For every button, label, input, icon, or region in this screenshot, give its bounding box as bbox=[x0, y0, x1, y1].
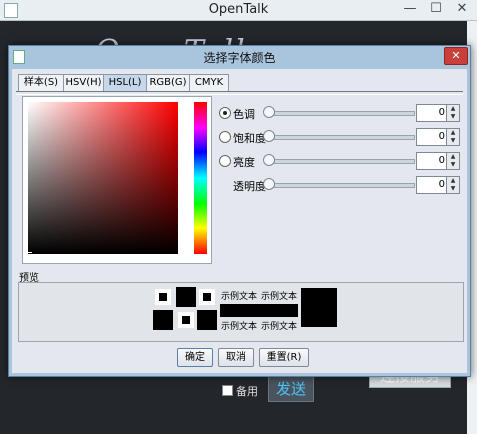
color-chooser-dialog: 选择字体颜色 ✕ 样本(S) HSV(H) HSL(L) RGB(G) CMYK… bbox=[8, 45, 471, 377]
app-titlebar: OpenTalk — ☐ ✕ bbox=[0, 0, 477, 21]
preview-square bbox=[197, 310, 217, 330]
saturation-slider-knob[interactable] bbox=[263, 130, 275, 142]
dialog-titlebar[interactable]: 选择字体颜色 ✕ bbox=[9, 46, 470, 67]
arrow-down-icon[interactable]: ▼ bbox=[447, 113, 459, 121]
ok-button[interactable]: 确定 bbox=[177, 348, 213, 367]
sample-text: 示例文本 bbox=[221, 322, 258, 332]
sample-text: 示例文本 bbox=[261, 292, 298, 302]
spinner-arrows[interactable]: ▲ ▼ bbox=[446, 105, 459, 121]
standby-checkbox[interactable]: 备用 bbox=[222, 383, 258, 399]
sample-black-bar bbox=[220, 304, 298, 317]
tab-swatches[interactable]: 样本(S) bbox=[18, 74, 64, 91]
hue-row: 色调 0 ▲ ▼ bbox=[219, 104, 464, 122]
hue-spinner[interactable]: 0 ▲ ▼ bbox=[416, 104, 460, 122]
sample-text: 示例文本 bbox=[261, 322, 298, 332]
crosshair-icon[interactable] bbox=[24, 249, 32, 257]
arrow-up-icon[interactable]: ▲ bbox=[447, 105, 459, 113]
alpha-label: 透明度 bbox=[233, 180, 266, 193]
dialog-close-button[interactable]: ✕ bbox=[444, 47, 468, 65]
tab-divider bbox=[16, 91, 463, 95]
sample-text: 示例文本 bbox=[221, 292, 258, 302]
tab-hsl[interactable]: HSL(L) bbox=[103, 74, 147, 91]
lightness-slider-knob[interactable] bbox=[263, 154, 275, 166]
spinner-arrows[interactable]: ▲ ▼ bbox=[446, 129, 459, 145]
spinner-arrows[interactable]: ▲ ▼ bbox=[446, 153, 459, 169]
alpha-spinner[interactable]: 0 ▲ ▼ bbox=[416, 176, 460, 194]
send-button[interactable]: 发送 bbox=[268, 376, 314, 402]
preview-color-swatch bbox=[301, 288, 337, 327]
alpha-slider-track[interactable] bbox=[267, 183, 415, 188]
saturation-spinner[interactable]: 0 ▲ ▼ bbox=[416, 128, 460, 146]
tab-hsv[interactable]: HSV(H) bbox=[63, 74, 104, 91]
preview-square bbox=[178, 312, 194, 328]
alpha-row: 透明度 0 ▲ ▼ bbox=[219, 176, 464, 194]
dialog-title: 选择字体颜色 bbox=[203, 51, 276, 65]
hue-strip[interactable] bbox=[194, 102, 207, 254]
preview-square bbox=[153, 310, 173, 330]
alpha-slider-knob[interactable] bbox=[263, 178, 275, 190]
cancel-button[interactable]: 取消 bbox=[218, 348, 254, 367]
arrow-down-icon[interactable]: ▼ bbox=[447, 137, 459, 145]
lightness-row: 亮度 0 ▲ ▼ bbox=[219, 152, 464, 170]
lightness-spinner[interactable]: 0 ▲ ▼ bbox=[416, 152, 460, 170]
preview-square bbox=[199, 289, 215, 305]
saturation-slider-track[interactable] bbox=[267, 135, 415, 140]
checkbox-icon[interactable] bbox=[222, 385, 233, 396]
lightness-label: 亮度 bbox=[233, 156, 255, 169]
saturation-radio[interactable] bbox=[219, 131, 231, 143]
reset-button[interactable]: 重置(R) bbox=[259, 348, 309, 367]
standby-label: 备用 bbox=[236, 385, 258, 398]
tab-rgb[interactable]: RGB(G) bbox=[146, 74, 190, 91]
spinner-arrows[interactable]: ▲ ▼ bbox=[446, 177, 459, 193]
preview-square bbox=[176, 287, 196, 307]
dialog-content: 样本(S) HSV(H) HSL(L) RGB(G) CMYK 色调 0 ▲ ▼ … bbox=[12, 69, 467, 373]
minimize-button[interactable]: — bbox=[397, 0, 423, 18]
lightness-radio[interactable] bbox=[219, 155, 231, 167]
lightness-value[interactable]: 0 bbox=[439, 155, 445, 166]
hue-value[interactable]: 0 bbox=[439, 107, 445, 118]
hue-radio[interactable] bbox=[219, 107, 231, 119]
arrow-up-icon[interactable]: ▲ bbox=[447, 129, 459, 137]
maximize-button[interactable]: ☐ bbox=[423, 0, 449, 18]
hue-label: 色调 bbox=[233, 108, 255, 121]
preview-panel: 示例文本 示例文本 示例文本 示例文本 bbox=[18, 282, 464, 342]
alpha-value[interactable]: 0 bbox=[439, 179, 445, 190]
arrow-up-icon[interactable]: ▲ bbox=[447, 153, 459, 161]
saturation-label: 饱和度 bbox=[233, 132, 266, 145]
arrow-down-icon[interactable]: ▼ bbox=[447, 161, 459, 169]
saturation-lightness-square[interactable] bbox=[28, 102, 178, 254]
arrow-down-icon[interactable]: ▼ bbox=[447, 185, 459, 193]
hue-slider-track[interactable] bbox=[267, 111, 415, 116]
preview-square bbox=[155, 289, 171, 305]
lightness-slider-track[interactable] bbox=[267, 159, 415, 164]
saturation-row: 饱和度 0 ▲ ▼ bbox=[219, 128, 464, 146]
close-button[interactable]: ✕ bbox=[449, 0, 475, 18]
saturation-value[interactable]: 0 bbox=[439, 131, 445, 142]
arrow-up-icon[interactable]: ▲ bbox=[447, 177, 459, 185]
hue-slider-knob[interactable] bbox=[263, 106, 275, 118]
tab-cmyk[interactable]: CMYK bbox=[189, 74, 229, 91]
